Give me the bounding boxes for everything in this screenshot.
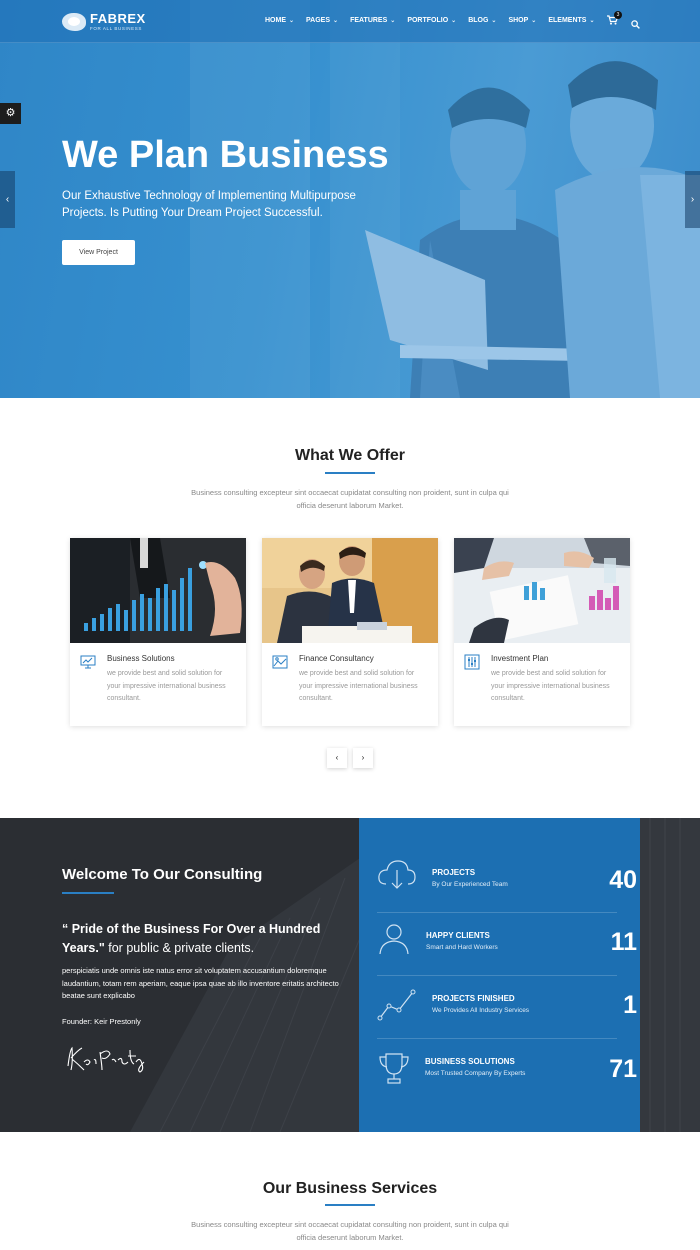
card-text: we provide best and solid solution for y… — [491, 670, 610, 702]
offer-card[interactable]: Finance Consultancy we provide best and … — [262, 538, 438, 726]
stat-value: 11 — [610, 928, 637, 956]
menu-item-home[interactable]: HOME ⌄ — [265, 17, 294, 24]
menu-item-label: PORTFOLIO — [407, 17, 449, 24]
card-image — [454, 538, 630, 643]
stat-value: 71 — [609, 1055, 637, 1083]
carousel-next-button[interactable]: › — [353, 748, 373, 768]
stats-panel: PROJECTS By Our Experienced Team 40 HAPP… — [359, 818, 640, 1132]
stat-title: PROJECTS — [432, 868, 476, 877]
trophy-icon — [379, 1053, 409, 1084]
brand-logo[interactable]: FABREX FOR ALL BUSINESS — [62, 12, 146, 32]
stat-divider — [377, 975, 617, 976]
stat-divider — [377, 912, 617, 913]
stat-value: 40 — [609, 866, 637, 894]
consulting-body: perspiciatis unde omnis iste natus error… — [62, 966, 339, 1000]
main-navbar: FABREX FOR ALL BUSINESS HOME ⌄ PAGES ⌄ FEA… — [0, 0, 700, 43]
user-icon — [379, 924, 409, 955]
search-icon — [631, 20, 640, 29]
chevron-right-icon: › — [690, 194, 695, 205]
card-title: Investment Plan — [491, 654, 549, 663]
main-menu: HOME ⌄ PAGES ⌄ FEATURES ⌄ PORTFOLIO ⌄ BLOG ⌄ … — [265, 17, 606, 24]
menu-item-label: HOME — [265, 17, 286, 24]
services-section-description: Business consulting excepteur sint occae… — [191, 1220, 509, 1242]
stat-divider — [377, 1038, 617, 1039]
stat-title: HAPPY CLIENTS — [426, 931, 490, 940]
menu-item-shop[interactable]: SHOP ⌄ — [508, 17, 536, 24]
gear-icon: ⚙ — [5, 107, 16, 119]
presentation-chart-icon — [80, 655, 96, 669]
stat-subtitle: By Our Experienced Team — [432, 881, 508, 888]
title-underline — [325, 472, 375, 474]
settings-toggle[interactable]: ⚙ — [0, 103, 21, 124]
chevron-down-icon: ⌄ — [491, 18, 497, 24]
founder-name: Founder: Keir Prestonly — [62, 1017, 141, 1026]
sliders-icon — [464, 654, 480, 670]
carousel-prev-button[interactable]: ‹ — [327, 748, 347, 768]
card-text: we provide best and solid solution for y… — [107, 670, 226, 702]
chevron-down-icon: ⌄ — [531, 18, 537, 24]
title-underline — [62, 892, 114, 894]
stat-value: 1 — [623, 991, 637, 1019]
image-chart-icon — [272, 655, 288, 669]
line-graph-icon — [377, 989, 416, 1021]
hero-people-image — [365, 61, 700, 398]
chevron-down-icon: ⌄ — [589, 18, 595, 24]
offer-card[interactable]: Business Solutions we provide best and s… — [70, 538, 246, 726]
card-title: Finance Consultancy — [299, 654, 374, 663]
chevron-down-icon: ⌄ — [390, 18, 396, 24]
chevron-down-icon: ⌄ — [333, 18, 339, 24]
quote-rest: for public & private clients. — [104, 941, 255, 955]
founder-signature-image — [67, 1046, 145, 1073]
cart-button[interactable]: 3 — [607, 11, 622, 28]
offer-card[interactable]: Investment Plan we provide best and soli… — [454, 538, 630, 726]
slider-next-button[interactable]: › — [685, 171, 700, 228]
menu-item-blog[interactable]: BLOG ⌄ — [468, 17, 496, 24]
hero-slider: FABREX FOR ALL BUSINESS HOME ⌄ PAGES ⌄ FEA… — [0, 0, 700, 398]
chevron-right-icon: › — [361, 753, 365, 762]
chevron-left-icon: ‹ — [5, 194, 10, 205]
chevron-down-icon: ⌄ — [289, 18, 295, 24]
menu-item-features[interactable]: FEATURES ⌄ — [350, 17, 395, 24]
card-image — [70, 538, 246, 643]
menu-item-pages[interactable]: PAGES ⌄ — [306, 17, 338, 24]
menu-item-label: ELEMENTS — [548, 17, 587, 24]
cart-count-badge: 3 — [614, 11, 622, 19]
menu-item-label: FEATURES — [350, 17, 388, 24]
hero-title: We Plan Business — [62, 134, 389, 176]
stat-title: PROJECTS FINISHED — [432, 994, 515, 1003]
stat-subtitle: Most Trusted Company By Experts — [425, 1070, 526, 1077]
menu-item-elements[interactable]: ELEMENTS ⌄ — [548, 17, 594, 24]
slider-prev-button[interactable]: ‹ — [0, 171, 15, 228]
chevron-left-icon: ‹ — [335, 753, 339, 762]
page: { "nav": { "brand": "FABREX", "tagline":… — [0, 0, 700, 1250]
brand-tagline: FOR ALL BUSINESS — [90, 26, 142, 31]
hero-subtitle: Our Exhaustive Technology of Implementin… — [62, 190, 356, 219]
menu-item-label: SHOP — [508, 17, 529, 24]
cloud-download-icon — [378, 860, 416, 889]
menu-item-portfolio[interactable]: PORTFOLIO ⌄ — [407, 17, 456, 24]
consulting-title: Welcome To Our Consulting — [62, 866, 263, 883]
search-button[interactable] — [631, 16, 641, 29]
stat-item-business-solutions: BUSINESS SOLUTIONS Most Trusted Company … — [377, 1052, 637, 1115]
title-underline — [325, 1204, 375, 1206]
chevron-down-icon: ⌄ — [451, 18, 457, 24]
consulting-quote: “ Pride of the Business For Over a Hundr… — [62, 920, 352, 958]
menu-item-label: BLOG — [468, 17, 489, 24]
logo-mark-icon — [62, 12, 86, 31]
stat-subtitle: We Provides All Industry Services — [432, 1007, 530, 1014]
card-text: we provide best and solid solution for y… — [299, 670, 418, 702]
stat-item-projects-finished: PROJECTS FINISHED We Provides All Indust… — [377, 988, 637, 1051]
services-section-title: Our Business Services — [262, 1180, 438, 1197]
stat-title: BUSINESS SOLUTIONS — [425, 1057, 515, 1066]
offer-section-title: What We Offer — [295, 447, 405, 464]
menu-item-label: PAGES — [306, 17, 331, 24]
stat-subtitle: Smart and Hard Workers — [426, 944, 498, 951]
view-project-button[interactable]: View Project — [62, 240, 135, 265]
brand-name: FABREX — [90, 11, 146, 26]
offer-section-description: Business consulting excepteur sint occae… — [191, 488, 509, 510]
card-title: Business Solutions — [107, 654, 175, 663]
card-image — [262, 538, 438, 643]
